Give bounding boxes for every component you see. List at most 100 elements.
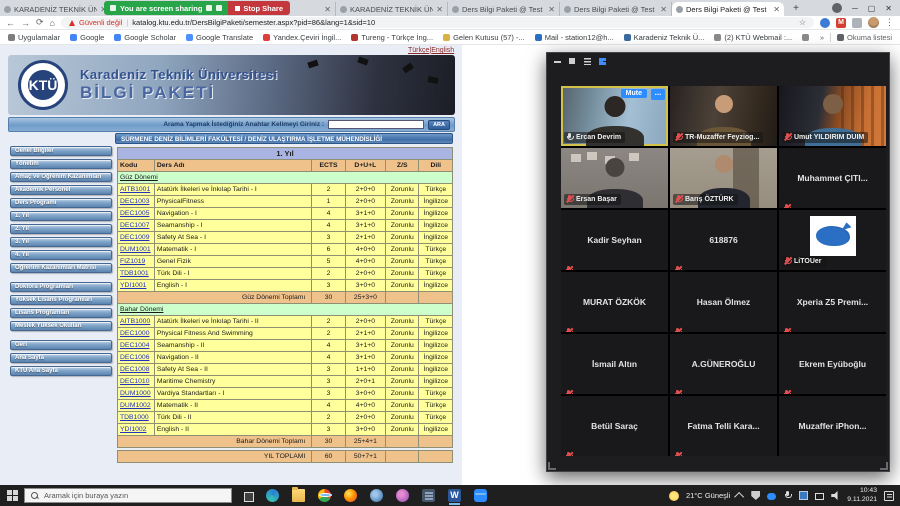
browser-tab[interactable]: Ders Bilgi Paketi @ Test✕ [448, 2, 560, 16]
zoom-tray-icon[interactable] [767, 493, 776, 500]
extension-m-icon[interactable]: M [836, 18, 846, 28]
minimize-icon[interactable] [553, 57, 562, 66]
taskbar-search-input[interactable]: Aramak için buraya yazın [24, 488, 232, 503]
participant-tile[interactable]: Muhammet ÇITI... [779, 148, 886, 208]
participant-tile[interactable]: 618876 [670, 210, 777, 270]
course-code-link[interactable]: AITB1001 [120, 186, 150, 193]
course-code-link[interactable]: DUM1002 [120, 402, 151, 409]
participant-tile[interactable]: Betül Saraç [561, 396, 668, 456]
chrome-taskbar-icon[interactable] [318, 489, 331, 502]
resize-handle[interactable] [880, 462, 888, 470]
paint-taskbar-icon[interactable] [396, 489, 409, 502]
explorer-taskbar-icon[interactable] [292, 489, 305, 502]
participant-tile[interactable]: Xperia Z5 Premi... [779, 272, 886, 332]
sidebar-item-lisans-programlar-[interactable]: Lisans Programları [10, 308, 112, 318]
globe-taskbar-icon[interactable] [370, 489, 383, 502]
sidebar-item-geri[interactable]: Geri [10, 340, 112, 350]
browser-tab[interactable]: KARADENİZ TEKNİK ÜNİVERSİT✕ [336, 2, 448, 16]
stop-share-button[interactable]: Stop Share [228, 1, 290, 15]
course-code-link[interactable]: DEC1005 [120, 210, 149, 217]
back-icon[interactable]: ← [6, 18, 15, 28]
participant-tile[interactable]: MURAT ÖZKÖK [561, 272, 668, 332]
bookmark-item[interactable]: Uygulamalar [8, 33, 60, 42]
participant-tile[interactable]: Ekrem Eyüboğlu [779, 334, 886, 394]
sidebar-item-y-ksek-lisans-programlar-[interactable]: Yüksek Lisans Programları [10, 295, 112, 305]
tab-close-icon[interactable]: ✕ [548, 5, 555, 14]
sidebar-item-ders-program-[interactable]: Ders Programı [10, 198, 112, 208]
mute-button[interactable]: Mute [621, 89, 647, 98]
notification-center-icon[interactable] [884, 491, 894, 501]
sidebar-item-kt-ana-sayfa[interactable]: KTÜ Ana Sayfa [10, 366, 112, 376]
tab-close-icon[interactable]: ✕ [660, 5, 667, 14]
course-code-link[interactable]: AITB1000 [120, 318, 150, 325]
course-code-link[interactable]: DEC1008 [120, 366, 149, 373]
security-shield-icon[interactable] [751, 491, 760, 500]
browser-tab[interactable]: Ders Bilgi Paketi @ Test✕ [560, 2, 672, 16]
sidebar-item-ama-ve-renim-kazan-mlar-[interactable]: Amaç ve Öğrenim Kazanımları [10, 172, 112, 182]
sidebar-item-3-y-l[interactable]: 3. Yıl [10, 237, 112, 247]
forward-icon[interactable]: → [21, 18, 30, 28]
course-code-link[interactable]: DEC1009 [120, 234, 149, 241]
firefox-taskbar-icon[interactable] [344, 489, 357, 502]
sidebar-item-y-netim[interactable]: Yönetim [10, 159, 112, 169]
bookmark-item[interactable]: Karadeniz Teknik Ü... [624, 33, 705, 42]
course-code-link[interactable]: DEC1010 [120, 378, 149, 385]
sidebar-item-meslek-y-ksek-okullar-[interactable]: Meslek Yüksek Okulları [10, 321, 112, 331]
course-code-link[interactable]: DUM1001 [120, 246, 151, 253]
participant-tile[interactable]: LiTOUer [779, 210, 886, 270]
calc-taskbar-icon[interactable] [422, 489, 435, 502]
weather-sun-icon[interactable] [669, 491, 679, 501]
bookmark-item[interactable]: Mail - station12@h... [535, 33, 614, 42]
sidebar-item-1-y-l[interactable]: 1. Yıl [10, 211, 112, 221]
semester-link[interactable]: Güz Dönemi [120, 174, 158, 181]
sidebar-item-genel-bilgiler[interactable]: Genel Bilgiler [10, 146, 112, 156]
course-code-link[interactable]: DEC1000 [120, 330, 149, 337]
address-bar[interactable]: Güvenli değil | katalog.ktu.edu.tr/DersB… [61, 17, 814, 28]
minimize-icon[interactable]: ─ [852, 4, 858, 13]
edge-taskbar-icon[interactable] [266, 489, 279, 502]
course-code-link[interactable]: YDI1002 [120, 426, 146, 433]
volume-icon[interactable] [831, 491, 840, 500]
video-icon[interactable] [216, 5, 222, 11]
browser-tab[interactable]: Ders Bilgi Paketi @ Test✕ [672, 2, 784, 16]
bookmark-item[interactable]: Google [70, 33, 104, 42]
gallery-view-icon[interactable] [598, 57, 607, 66]
participant-tile[interactable]: Ersan Başar [561, 148, 668, 208]
not-secure-icon[interactable] [69, 20, 75, 26]
sidebar-item-akademik-personel[interactable]: Akademik Personel [10, 185, 112, 195]
url-text[interactable]: katalog.ktu.edu.tr/DersBilgiPaketi/semes… [132, 18, 795, 27]
participant-tile[interactable]: Hasan Ölmez [670, 272, 777, 332]
browser-profile-icon[interactable] [832, 3, 842, 13]
browser-menu-icon[interactable]: ⋮ [885, 17, 894, 28]
course-code-link[interactable]: DEC1006 [120, 354, 149, 361]
tab-close-icon[interactable]: ✕ [773, 5, 780, 14]
list-view-icon[interactable] [583, 57, 592, 66]
course-code-link[interactable]: DEC1007 [120, 222, 149, 229]
participant-tile[interactable]: Ercan DevrimMute... [561, 86, 668, 146]
search-button[interactable]: ARA [428, 120, 450, 130]
participant-tile[interactable]: İsmail Altın [561, 334, 668, 394]
participant-tile[interactable]: Kadir Seyhan [561, 210, 668, 270]
bookmark-item[interactable]: KTÜ - Deniz Ulaştır... [802, 33, 810, 42]
sidebar-item-ana-sayfa[interactable]: Ana Sayfa [10, 353, 112, 363]
photos-tray-icon[interactable] [799, 491, 808, 500]
resize-handle[interactable] [548, 462, 556, 470]
bookmark-item[interactable]: Tureng - Türkçe İng... [351, 33, 433, 42]
home-icon[interactable]: ⌂ [50, 18, 55, 28]
tab-close-icon[interactable]: ✕ [436, 5, 443, 14]
course-code-link[interactable]: FIZ1019 [120, 258, 145, 265]
close-icon[interactable]: ✕ [885, 4, 892, 13]
tab-close-icon[interactable]: ✕ [324, 5, 331, 14]
search-input[interactable] [328, 120, 424, 129]
extension-icon[interactable] [820, 18, 830, 28]
participant-tile[interactable]: TR-Muzaffer Feyziog... [670, 86, 777, 146]
maximize-icon[interactable]: ▢ [868, 4, 876, 13]
semester-link[interactable]: Bahar Dönemi [120, 306, 163, 313]
speaker-view-icon[interactable] [568, 57, 577, 66]
bookmark-item[interactable]: (2) KTÜ Webmail :... [714, 33, 792, 42]
participant-tile[interactable]: A.GÜNEROĞLU [670, 334, 777, 394]
taskbar-clock[interactable]: 10:43 9.11.2021 [847, 487, 877, 504]
course-code-link[interactable]: YDI1001 [120, 282, 146, 289]
mic-tray-icon[interactable] [783, 491, 792, 500]
sidebar-item--renim-kazan-mlar-matrisi[interactable]: Öğrenim Kazanımları Matrisi [10, 263, 112, 273]
